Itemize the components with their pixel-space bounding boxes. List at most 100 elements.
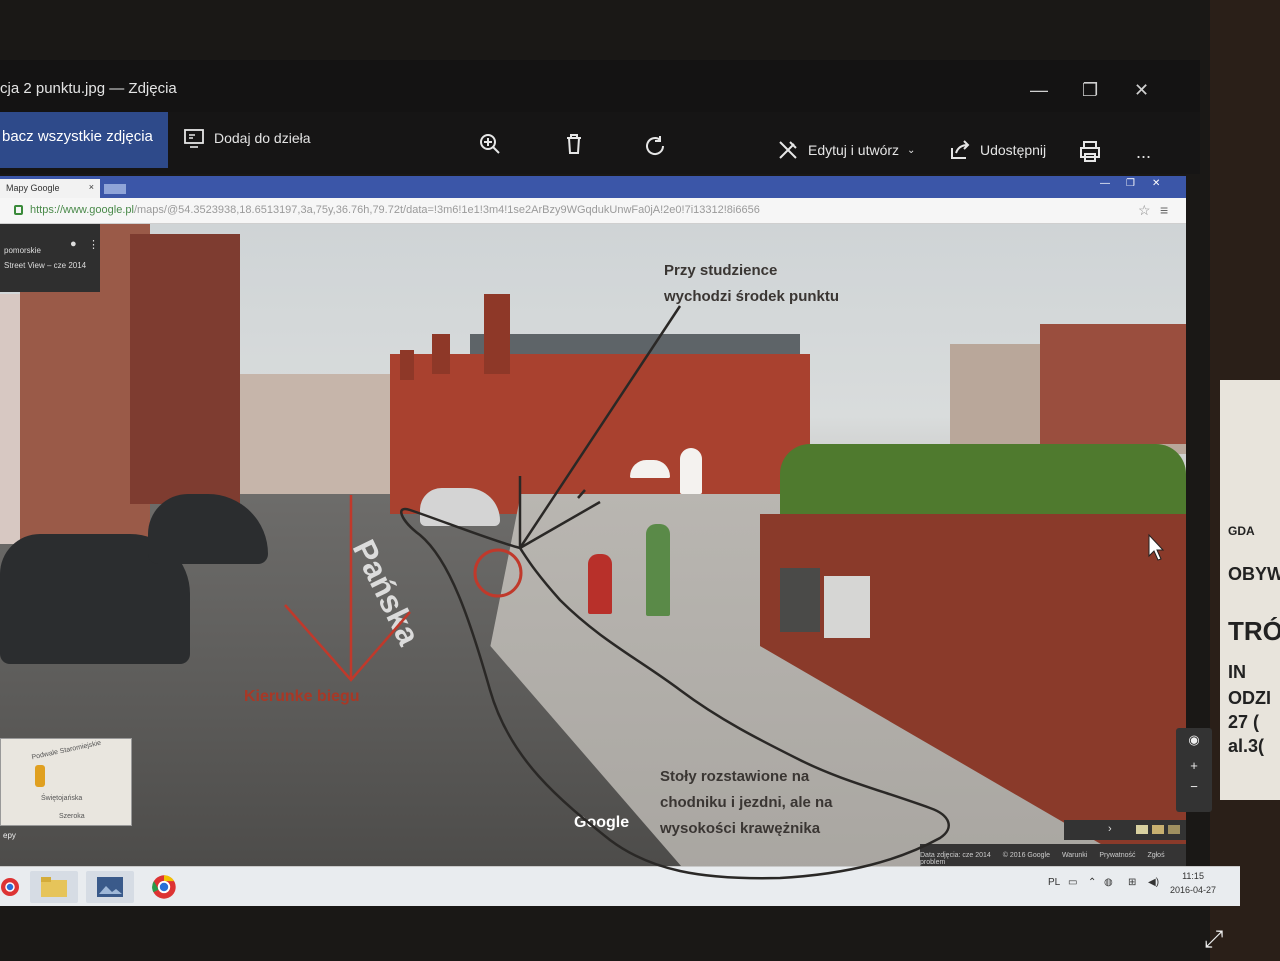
hall-tower <box>400 350 414 380</box>
maximize-button[interactable]: ❐ <box>1082 80 1098 101</box>
more-options-button[interactable]: ... <box>1136 142 1151 163</box>
tray-arrow-icon[interactable]: ⌃ <box>1088 877 1096 888</box>
close-button[interactable]: ✕ <box>1134 80 1149 101</box>
utility-box <box>824 576 870 638</box>
annotation-direction-label: Kierunke biegu <box>244 688 360 705</box>
see-all-photos-button[interactable]: bacz wszystkie zdjęcia <box>0 112 168 168</box>
browser-maximize-button[interactable]: ❐ <box>1126 178 1135 189</box>
adult-pedestrian <box>646 524 670 616</box>
chevron-down-icon: ⌄ <box>907 144 916 156</box>
thumbnail[interactable] <box>1152 825 1164 834</box>
browser-close-button[interactable]: ✕ <box>1152 178 1160 189</box>
browser-tab[interactable]: Mapy Google × <box>0 179 100 198</box>
room-background: GDA OBYW TRÓ IN ODZI 27 ( al.3( <box>1210 0 1280 961</box>
hall-tower <box>432 334 450 374</box>
cafe-umbrella <box>680 448 702 494</box>
trash-icon <box>567 134 581 154</box>
imagery-thumbnails[interactable]: › <box>1064 820 1186 840</box>
delete-button[interactable] <box>562 132 586 156</box>
minimap-street-label: Świętojańska <box>41 795 83 802</box>
share-button[interactable]: Udostępnij <box>948 138 1046 162</box>
add-to-creation-button[interactable]: Dodaj do dzieła <box>182 126 311 150</box>
tab-close-icon[interactable]: × <box>89 182 94 192</box>
windows-icon[interactable]: ⊞ <box>1128 877 1136 888</box>
chrome-icon <box>1 878 19 896</box>
lock-icon <box>14 205 23 215</box>
annotation-line: chodniku i jezdni, ale na <box>660 794 833 811</box>
edit-create-button[interactable]: Edytuj i utwórz ⌄ <box>776 138 915 162</box>
attribution-item[interactable]: Prywatność <box>1099 852 1135 859</box>
chrome-taskbar-icon[interactable] <box>0 871 20 903</box>
language-indicator[interactable]: PL <box>1048 877 1060 888</box>
folder-icon <box>41 877 67 897</box>
building <box>130 234 240 504</box>
zoom-in-button[interactable]: + <box>1176 758 1212 773</box>
annotation-line: wysokości krawężnika <box>660 820 821 837</box>
share-label: Udostępnij <box>980 142 1047 158</box>
clock-date: 2016-04-27 <box>1170 885 1217 895</box>
location-region: pomorskie <box>4 246 41 255</box>
poster-line: TRÓ <box>1228 616 1280 646</box>
poster-line: al.3( <box>1228 736 1265 756</box>
system-clock[interactable]: 11:15 2016-04-27 <box>1170 869 1216 897</box>
address-bar[interactable]: https://www.google.pl/maps/@54.3523938,1… <box>0 198 1186 224</box>
minimap-street-label: Podwale Staromiejskie <box>31 739 102 762</box>
clock-time: 11:15 <box>1182 871 1204 881</box>
fullscreen-icon[interactable]: ⤢ <box>1204 926 1223 954</box>
poster-line: ODZI <box>1228 688 1271 708</box>
browser-tabstrip: Mapy Google × — ❐ ✕ <box>0 176 1186 198</box>
annotation-line: wychodzi środek punktu <box>664 288 840 305</box>
utility-box <box>780 568 820 632</box>
print-button[interactable] <box>1078 140 1102 164</box>
more-vertical-icon[interactable]: ⋮ <box>88 238 99 251</box>
windows-taskbar: PL ▭ ⌃ ◍ ⊞ ◀) 11:15 2016-04-27 <box>0 866 1240 906</box>
poster-line: IN <box>1228 662 1246 682</box>
poster-line: GDA <box>1228 524 1255 538</box>
zoom-in-icon <box>480 134 500 154</box>
google-logo: Google <box>574 814 630 831</box>
attribution-item[interactable]: Warunki <box>1062 852 1087 859</box>
hall-tower <box>484 294 510 374</box>
minimap[interactable]: Podwale Staromiejskie Świętojańska Szero… <box>0 738 132 840</box>
browser-menu-icon[interactable]: ≡ <box>1160 202 1168 218</box>
edit-tools-icon <box>779 141 797 159</box>
photos-taskbar-button[interactable] <box>86 871 134 903</box>
chrome-taskbar-button[interactable] <box>140 871 188 903</box>
building <box>1040 324 1186 444</box>
poster-line: 27 ( <box>1228 712 1260 732</box>
slideshow-add-icon <box>184 129 204 148</box>
location-panel[interactable]: pomorskie Street View – cze 2014 ● ⋮ <box>0 224 100 292</box>
photos-toolbar: bacz wszystkie zdjęcia Dodaj do dzieła E… <box>0 112 1200 174</box>
chevron-right-icon[interactable]: › <box>1108 823 1112 835</box>
thumbnail[interactable] <box>1136 825 1148 834</box>
compass-icon[interactable]: ◉ <box>1176 732 1212 748</box>
new-tab-button[interactable] <box>104 184 126 194</box>
zoom-out-button[interactable]: − <box>1176 779 1212 794</box>
url-text[interactable]: https://www.google.pl/maps/@54.3523938,1… <box>30 204 760 216</box>
minimize-button[interactable]: — <box>1030 80 1048 101</box>
zoom-button[interactable] <box>478 132 502 156</box>
street-view-nav-control[interactable]: ◉ + − <box>1176 728 1212 812</box>
thumbnail[interactable] <box>1168 825 1180 834</box>
annotation-note-bottom: Stoły rozstawione na chodniku i jezdni, … <box>660 764 833 842</box>
printer-icon <box>1080 141 1100 162</box>
browser-minimize-button[interactable]: — <box>1100 178 1110 189</box>
bookmark-star-icon[interactable]: ☆ <box>1138 202 1151 219</box>
volume-icon[interactable]: ◀) <box>1148 877 1159 888</box>
keyboard-icon[interactable]: ▭ <box>1068 877 1077 888</box>
annotation-note-top: Przy studzience wychodzi środek punktu <box>664 258 839 310</box>
file-explorer-taskbar-button[interactable] <box>30 871 78 903</box>
pegman-icon[interactable] <box>35 765 45 787</box>
pin-icon[interactable]: ● <box>70 238 77 250</box>
wall-poster: GDA OBYW TRÓ IN ODZI 27 ( al.3( <box>1220 380 1280 800</box>
network-icon[interactable]: ◍ <box>1104 877 1113 888</box>
attribution-item: © 2016 Google <box>1002 852 1050 859</box>
rotate-button[interactable] <box>643 134 667 158</box>
minimap-label: epy <box>3 831 16 840</box>
share-icon <box>951 140 970 159</box>
url-path: /maps/@54.3523938,18.6513197,3a,75y,36.7… <box>133 204 760 216</box>
child-pedestrian <box>588 554 612 614</box>
street-view-scene[interactable]: Pańska pomorskie Street View – cze 2014 … <box>0 224 1186 866</box>
url-host: https://www.google.pl <box>30 204 134 216</box>
edit-create-label: Edytuj i utwórz <box>808 142 900 158</box>
